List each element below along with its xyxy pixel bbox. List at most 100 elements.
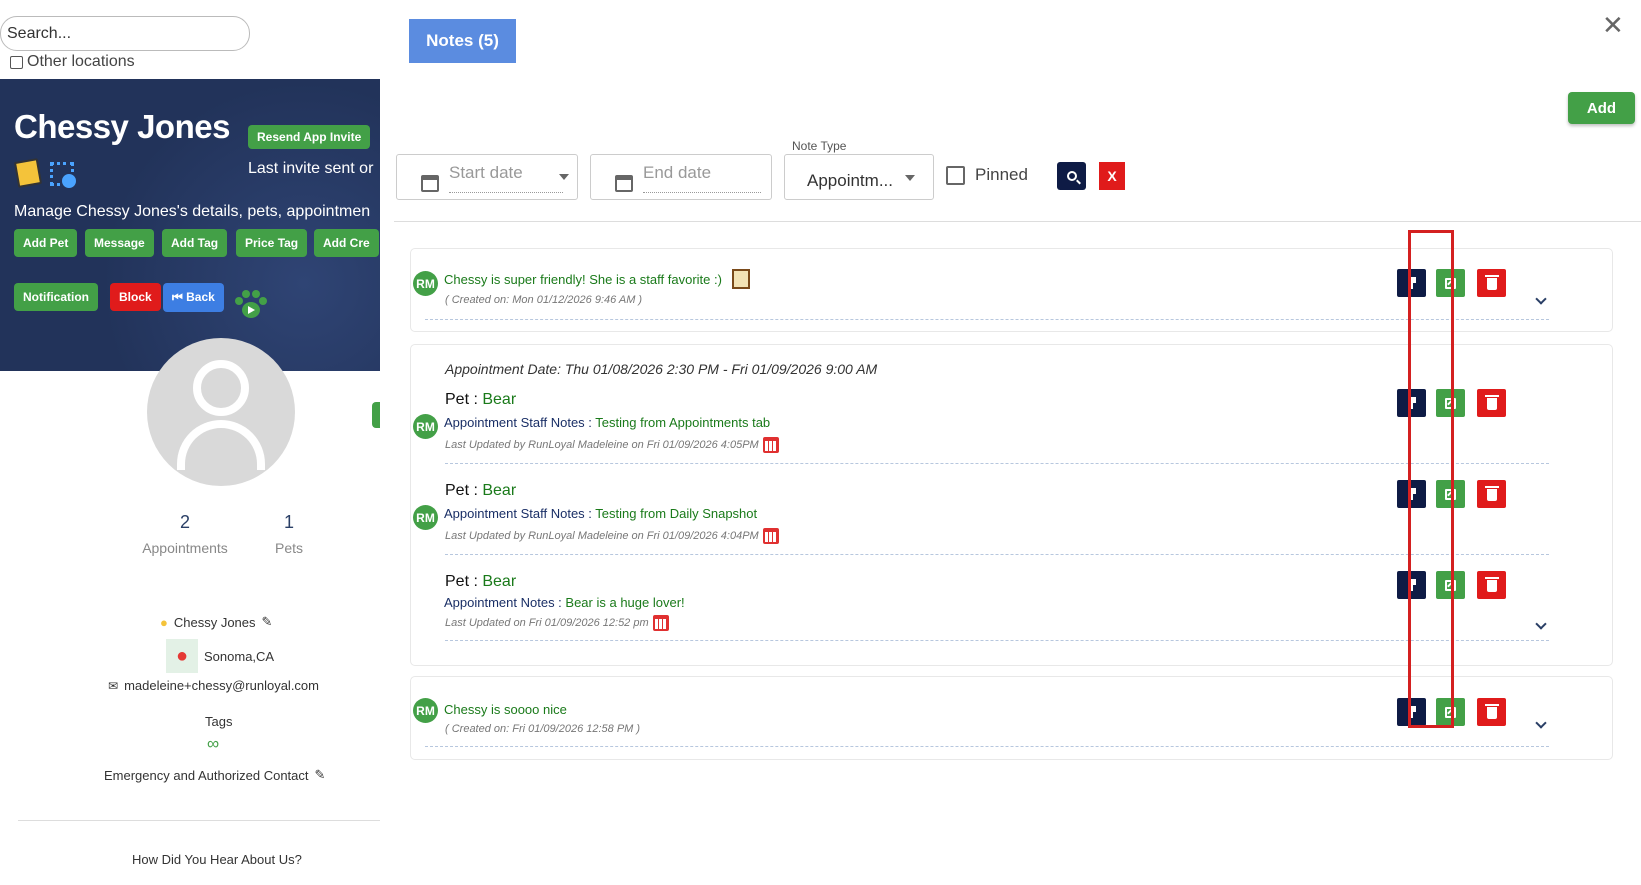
field-underline — [449, 192, 563, 193]
client-name: Chessy Jones — [14, 108, 230, 145]
start-date-field[interactable]: Start date — [396, 154, 578, 200]
pet-line: Pet : Bear — [445, 482, 516, 500]
emergency-contact-label: Emergency and Authorized Contact — [104, 767, 309, 783]
hidden-button-edge[interactable] — [372, 402, 380, 428]
qr-code-icon[interactable] — [50, 162, 78, 190]
note-text-row: Chessy is soooo nice — [444, 702, 567, 717]
close-icon[interactable]: ✕ — [1602, 10, 1624, 41]
field-label: Appointment Notes : — [444, 595, 566, 610]
search-button[interactable] — [1057, 162, 1086, 190]
entry-separator — [445, 640, 1549, 641]
pet-name: Bear — [482, 391, 517, 408]
clear-filters-button[interactable]: X — [1099, 162, 1125, 190]
trash-icon — [1484, 395, 1499, 410]
pinned-checkbox[interactable] — [946, 165, 965, 185]
other-locations-checkbox[interactable]: Other locations — [10, 53, 135, 71]
note-type-value: Appointm... — [807, 171, 893, 190]
trash-icon — [1484, 486, 1499, 501]
calendar-icon — [615, 175, 633, 192]
edit-pencil-icon[interactable]: ✎ — [315, 767, 326, 783]
notes-tab[interactable]: Notes (5) — [409, 19, 516, 63]
author-avatar: RM — [413, 505, 438, 530]
checkbox-box[interactable] — [10, 55, 23, 69]
trash-icon — [1484, 704, 1499, 719]
divider — [18, 820, 380, 821]
field-label: Appointment Staff Notes : — [444, 415, 596, 430]
staff-notes-line: Appointment Staff Notes : Testing from D… — [444, 506, 757, 521]
tags-label: Tags — [205, 714, 233, 729]
add-tag-button[interactable]: Add Tag — [162, 229, 228, 257]
edit-column-highlight — [1408, 230, 1454, 728]
envelope-icon: ✉ — [108, 678, 119, 693]
chevron-down-icon[interactable] — [905, 175, 915, 181]
delete-note-button[interactable] — [1477, 389, 1506, 417]
calendar-icon[interactable] — [652, 615, 669, 631]
app-root: Search... Other locations Chessy Jones R… — [0, 0, 1641, 885]
map-pin-icon[interactable]: ● — [166, 639, 198, 673]
field-underline — [643, 192, 761, 193]
pinned-label: Pinned — [975, 165, 1028, 184]
end-date-placeholder: End date — [643, 163, 712, 182]
note-created-on: ( Created on: Mon 01/12/2026 9:46 AM ) — [445, 294, 643, 306]
delete-note-button[interactable] — [1477, 571, 1506, 599]
calendar-icon[interactable] — [762, 437, 779, 453]
location-row: ● Sonoma,CA — [166, 639, 274, 673]
avatar-head-shape — [193, 360, 249, 416]
search-placeholder: Search... — [7, 25, 72, 42]
other-locations-label: Other locations — [27, 53, 135, 70]
delete-note-button[interactable] — [1477, 269, 1506, 297]
appointment-date: Appointment Date: Thu 01/08/2026 2:30 PM… — [445, 361, 878, 377]
email-row: ✉ madeleine+chessy@runloyal.com — [108, 678, 319, 693]
user-icon: ● — [160, 614, 168, 630]
appointments-label: Appointments — [142, 540, 228, 556]
last-updated-text: Last Updated by RunLoyal Madeleine on Fr… — [445, 530, 759, 542]
end-date-field[interactable]: End date — [590, 154, 772, 200]
delete-note-button[interactable] — [1477, 480, 1506, 508]
chevron-down-icon[interactable] — [1535, 618, 1547, 630]
add-pet-button[interactable]: Add Pet — [14, 229, 78, 257]
calendar-icon[interactable] — [762, 528, 779, 544]
pet-label: Pet : — [445, 573, 483, 590]
resend-app-invite-button[interactable]: Resend App Invite — [248, 125, 371, 149]
note-separator — [425, 319, 1549, 320]
location-text: Sonoma,CA — [204, 648, 275, 664]
trash-icon — [1484, 275, 1499, 290]
emergency-contact-row: Emergency and Authorized Contact ✎ — [104, 767, 325, 783]
last-updated-text: Last Updated on Fri 01/09/2026 12:52 pm — [445, 617, 649, 629]
staff-notes-line: Appointment Staff Notes : Testing from A… — [444, 415, 770, 430]
add-credit-button[interactable]: Add Cre — [314, 229, 379, 257]
chevron-down-icon[interactable] — [1535, 293, 1547, 305]
email-text[interactable]: madeleine+chessy@runloyal.com — [124, 678, 319, 693]
pinned-filter[interactable]: Pinned — [946, 165, 1028, 185]
notes-modal: Notes (5) ✕ Add Start date End date Note… — [380, 0, 1641, 885]
price-tag-button[interactable]: Price Tag — [236, 229, 308, 257]
filter-divider — [394, 221, 1641, 222]
notification-button[interactable]: Notification — [14, 283, 98, 311]
last-updated-text: Last Updated by RunLoyal Madeleine on Fr… — [445, 439, 759, 451]
back-button[interactable]: ⏮ Back — [163, 283, 224, 312]
client-avatar[interactable] — [147, 338, 295, 486]
search-input[interactable]: Search... — [0, 16, 250, 51]
author-avatar: RM — [413, 698, 438, 723]
trash-icon — [1484, 577, 1499, 592]
delete-note-button[interactable] — [1477, 698, 1506, 726]
block-button[interactable]: Block — [110, 283, 161, 311]
edit-pencil-icon[interactable]: ✎ — [262, 614, 273, 630]
binoculars-icon[interactable]: ∞ — [207, 734, 219, 754]
author-avatar: RM — [413, 271, 438, 296]
entry-separator — [445, 554, 1549, 555]
chevron-down-icon[interactable] — [1535, 717, 1547, 729]
pet-name: Bear — [482, 482, 517, 499]
paw-play-icon[interactable] — [233, 289, 269, 319]
message-button[interactable]: Message — [85, 229, 154, 257]
field-value: Bear is a huge lover! — [565, 595, 685, 610]
contact-name: Chessy Jones — [173, 614, 256, 630]
note-text: Chessy is soooo nice — [444, 702, 567, 717]
note-meta-row: Last Updated by RunLoyal Madeleine on Fr… — [445, 437, 779, 453]
author-avatar: RM — [413, 414, 438, 439]
pet-line: Pet : Bear — [445, 391, 516, 409]
dropdown-caret-icon[interactable] — [559, 174, 569, 180]
sticky-note-icon[interactable] — [13, 158, 43, 188]
note-type-select[interactable]: Appointm... — [784, 154, 934, 200]
add-note-button[interactable]: Add — [1568, 92, 1635, 124]
